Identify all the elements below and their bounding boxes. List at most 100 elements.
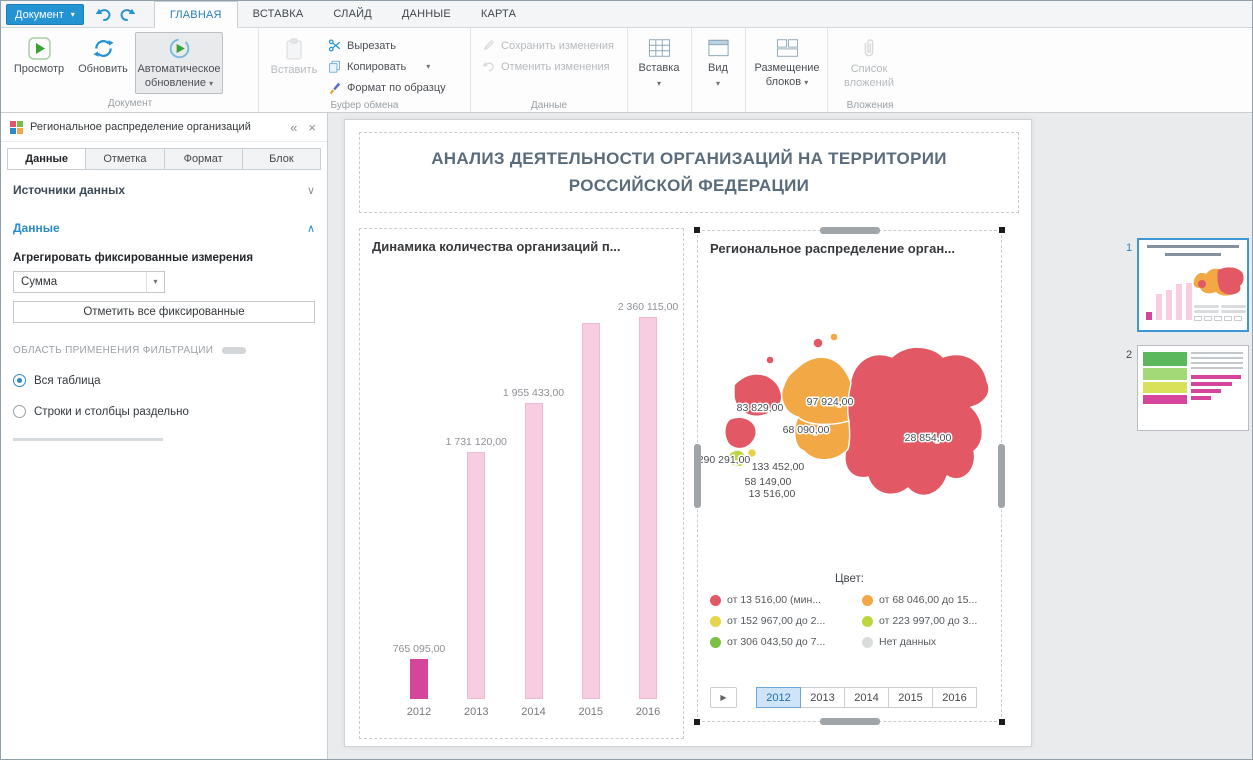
resize-handle[interactable]	[999, 719, 1005, 725]
thumb-table-lines	[1191, 352, 1243, 372]
group-label-clipboard: Буфер обмена	[259, 100, 470, 111]
tab-karta[interactable]: КАРТА	[466, 1, 531, 27]
bar[interactable]	[525, 403, 543, 699]
chevron-down-icon: ▾	[209, 79, 213, 88]
paste-button[interactable]: Вставить	[265, 32, 323, 81]
aggregate-select-value: Сумма	[14, 276, 146, 288]
bar-chart-block[interactable]: Динамика количества организаций п... 765…	[359, 228, 684, 739]
blocks-layout-button[interactable]: Размещение блоков ▾	[752, 32, 822, 93]
map-island-2[interactable]	[830, 333, 838, 341]
year-button-2014[interactable]: 2014	[844, 687, 889, 708]
cut-button[interactable]: Вырезать	[323, 36, 451, 55]
bar-x-label: 2013	[464, 706, 488, 724]
panel-tab-data[interactable]: Данные	[7, 148, 86, 170]
preview-button[interactable]: Просмотр	[7, 32, 71, 80]
map-block[interactable]: Региональное распределение орган... 83 8…	[697, 230, 1002, 722]
map-label: 58 149,00	[745, 476, 792, 488]
map-island-1[interactable]	[813, 338, 823, 348]
bar-column-2016[interactable]: 2 360 115,002016	[621, 301, 675, 724]
bar-x-label: 2014	[521, 706, 545, 724]
bar-value-label: 765 095,00	[393, 643, 446, 656]
move-handle[interactable]	[694, 444, 701, 508]
map-label: 290 291,00	[698, 454, 751, 466]
move-handle[interactable]	[820, 718, 880, 725]
map-region-far-east[interactable]	[840, 347, 989, 495]
save-changes-icon	[482, 39, 495, 52]
move-handle[interactable]	[998, 444, 1005, 508]
tab-glavnaya[interactable]: ГЛАВНАЯ	[154, 1, 238, 28]
map-island-3[interactable]	[766, 356, 774, 364]
section-data-sources[interactable]: Источники данных ∨	[1, 170, 327, 208]
year-button-2015[interactable]: 2015	[888, 687, 933, 708]
map-label: 97 924,00	[807, 396, 854, 408]
chevron-down-icon: ∨	[307, 184, 315, 197]
bar-column-2013[interactable]: 1 731 120,002013	[449, 436, 503, 724]
redo-button[interactable]	[116, 1, 140, 27]
panel-tab-block[interactable]: Блок	[242, 148, 321, 170]
cancel-changes-button[interactable]: Отменить изменения	[477, 57, 619, 76]
panel-header: Региональное распределение организаций «…	[1, 113, 327, 142]
slide-title-block[interactable]: АНАЛИЗ ДЕЯТЕЛЬНОСТИ ОРГАНИЗАЦИЙ НА ТЕРРИ…	[359, 132, 1019, 213]
year-button-2012[interactable]: 2012	[756, 687, 801, 708]
year-button-2013[interactable]: 2013	[800, 687, 845, 708]
slide-thumbnails-panel: 1	[1117, 113, 1252, 759]
bar[interactable]	[467, 452, 485, 699]
map-region-volga[interactable]	[725, 417, 756, 448]
tab-slide[interactable]: СЛАЙД	[318, 1, 387, 27]
aggregate-label: Агрегировать фиксированные измерения	[13, 252, 315, 264]
map-label: 13 516,00	[749, 488, 796, 500]
bar-column-2012[interactable]: 765 095,002012	[392, 643, 446, 724]
aggregate-select[interactable]: Сумма ▾	[13, 271, 165, 293]
undo-button[interactable]	[92, 1, 116, 27]
bar[interactable]	[582, 323, 600, 699]
close-panel-icon[interactable]: ×	[306, 120, 318, 135]
format-painter-button[interactable]: Формат по образцу	[323, 78, 451, 97]
slide[interactable]: АНАЛИЗ ДЕЯТЕЛЬНОСТИ ОРГАНИЗАЦИЙ НА ТЕРРИ…	[344, 119, 1032, 747]
bar-column-2015[interactable]: 2015	[564, 307, 618, 724]
document-menu-button[interactable]: Документ ▾	[6, 4, 84, 25]
legend-color-dot	[710, 616, 721, 627]
refresh-icon	[92, 37, 115, 60]
refresh-button[interactable]: Обновить	[71, 32, 135, 80]
bar-column-2014[interactable]: 1 955 433,002014	[507, 387, 561, 724]
bar[interactable]	[639, 317, 657, 699]
attachments-button[interactable]: Список вложений	[834, 32, 904, 94]
legend-item: от 68 046,00 до 15...	[862, 594, 1002, 606]
tab-dannye[interactable]: ДАННЫЕ	[387, 1, 466, 27]
thumbnail-slide-1[interactable]	[1137, 238, 1249, 332]
mark-all-fixed-button[interactable]: Отметить все фиксированные	[13, 301, 315, 323]
resize-handle[interactable]	[694, 227, 700, 233]
save-changes-button[interactable]: Сохранить изменения	[477, 36, 619, 55]
resize-handle[interactable]	[999, 227, 1005, 233]
panel-tab-format[interactable]: Формат	[164, 148, 243, 170]
move-handle[interactable]	[820, 227, 880, 234]
radio-rows-columns[interactable]: Строки и столбцы раздельно	[13, 405, 315, 418]
panel-tab-selection[interactable]: Отметка	[85, 148, 164, 170]
slide-canvas[interactable]: АНАЛИЗ ДЕЯТЕЛЬНОСТИ ОРГАНИЗАЦИЙ НА ТЕРРИ…	[328, 113, 1117, 759]
view-button[interactable]: Вид ▾	[698, 32, 738, 92]
section-data[interactable]: Данные ∧	[1, 208, 327, 246]
map-region-siberia[interactable]	[782, 357, 851, 424]
tab-vstavka[interactable]: ВСТАВКА	[238, 1, 319, 27]
copy-icon	[328, 60, 341, 73]
bar[interactable]	[410, 659, 428, 699]
collapse-panel-icon[interactable]: «	[288, 120, 299, 135]
chevron-down-icon: ▾	[146, 272, 164, 292]
ribbon-group-view: Вид ▾	[692, 28, 746, 112]
play-button[interactable]: ▶	[710, 687, 737, 708]
legend-color-dot	[710, 595, 721, 606]
map-label: 68 090,00	[783, 424, 830, 436]
radio-whole-table[interactable]: Вся таблица	[13, 374, 315, 387]
ribbon-group-attachments: Список вложений Вложения	[828, 28, 912, 112]
block-type-icon	[10, 121, 23, 134]
year-button-2016[interactable]: 2016	[932, 687, 977, 708]
chevron-down-icon: ▾	[657, 79, 661, 89]
thumbnail-slide-2[interactable]	[1137, 345, 1249, 431]
ribbon-group-layout: Размещение блоков ▾	[746, 28, 828, 112]
insert-button[interactable]: Вставка ▾	[634, 32, 684, 92]
data-section-body: Агрегировать фиксированные измерения Сум…	[1, 246, 327, 443]
map-label: 83 829,00	[737, 402, 784, 414]
resize-handle[interactable]	[694, 719, 700, 725]
auto-update-button[interactable]: Автоматическое обновление ▾	[135, 32, 223, 94]
copy-button[interactable]: Копировать ▾	[323, 57, 451, 76]
